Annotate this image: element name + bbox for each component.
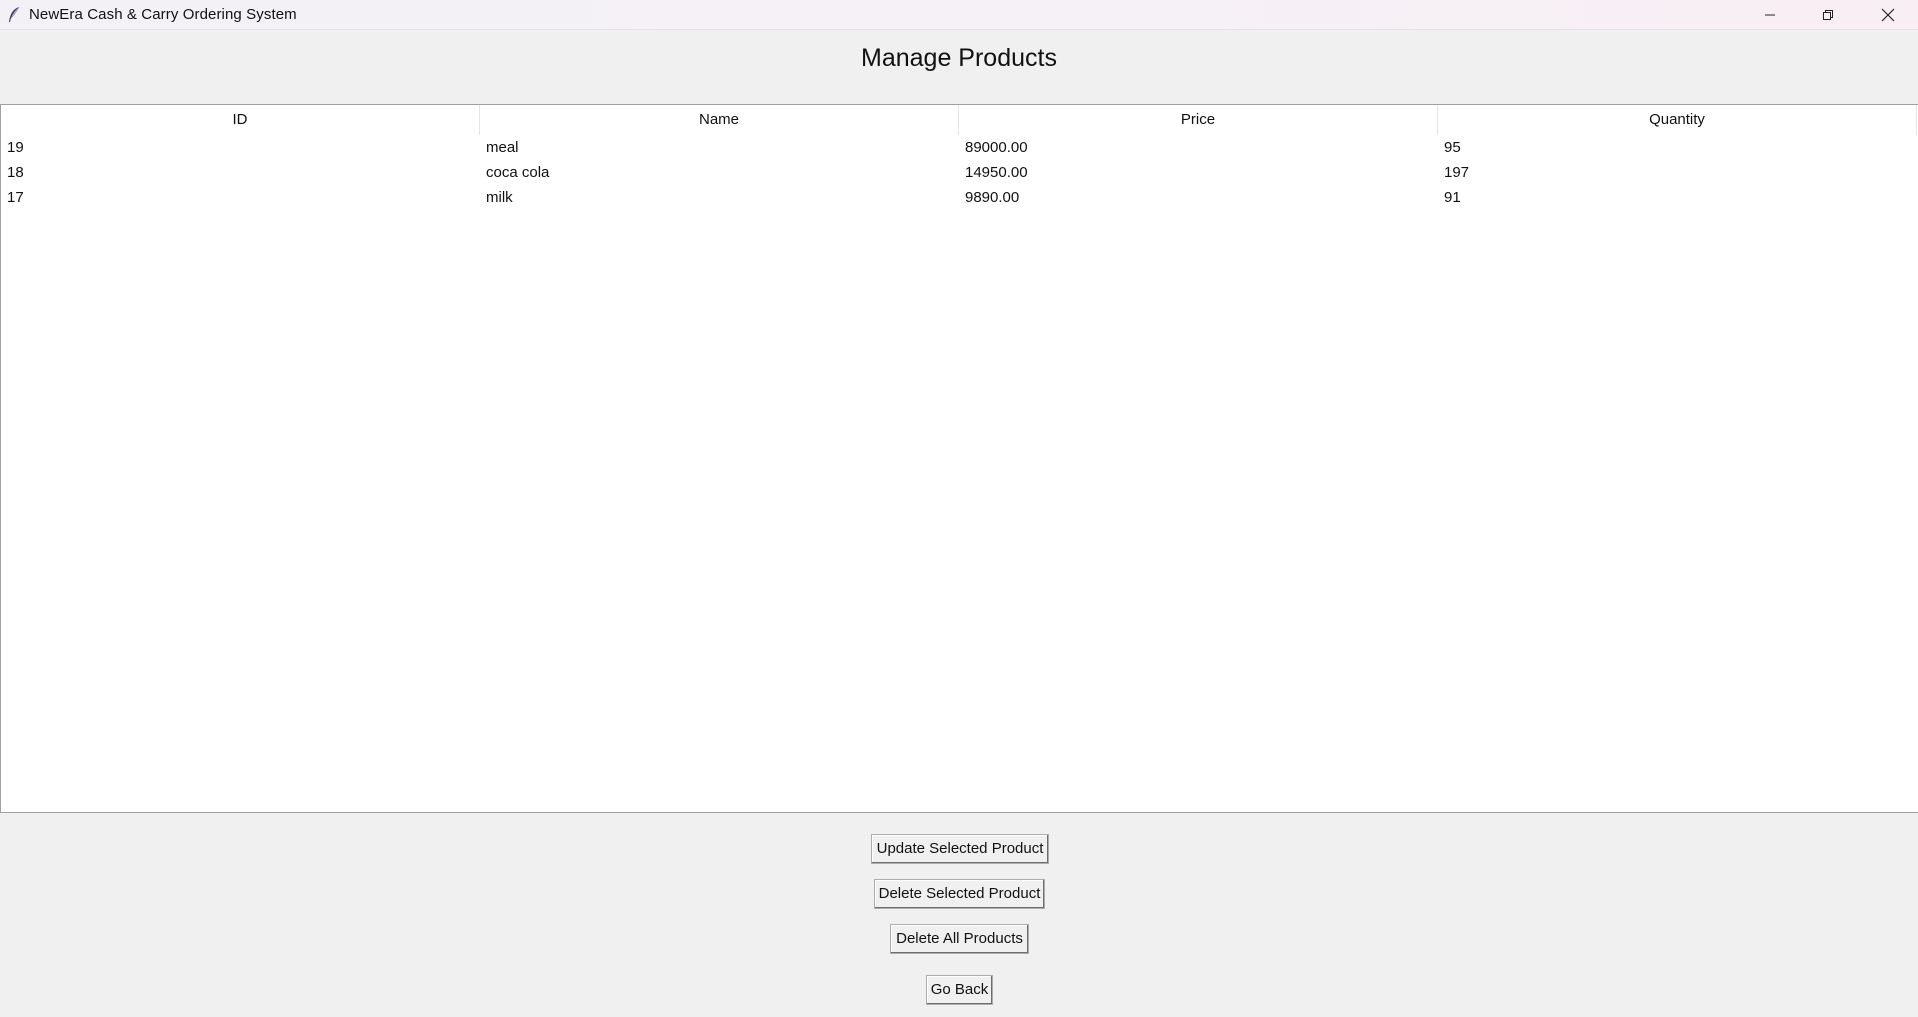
update-product-button[interactable]: Update Selected Product — [871, 834, 1049, 864]
delete-product-button[interactable]: Delete Selected Product — [874, 879, 1045, 909]
cell-quantity: 95 — [1444, 139, 1461, 156]
cell-quantity: 197 — [1444, 164, 1470, 181]
cell-id: 19 — [7, 139, 24, 156]
cell-name: meal — [486, 139, 519, 156]
cell-name: milk — [486, 189, 513, 206]
cell-name: coca cola — [486, 164, 550, 181]
cell-price: 9890.00 — [965, 189, 1020, 206]
close-icon — [1881, 8, 1895, 22]
table-header: ID Name Price Quantity — [1, 105, 1918, 135]
page-title: Manage Products — [861, 44, 1057, 72]
minimize-button[interactable] — [1741, 0, 1799, 29]
cell-price: 14950.00 — [965, 164, 1028, 181]
column-header-price[interactable]: Price — [959, 105, 1438, 135]
window-title: NewEra Cash & Carry Ordering System — [29, 6, 297, 23]
minimize-icon — [1764, 9, 1776, 21]
table-body: 19 meal 89000.00 95 18 coca cola 14950.0… — [1, 135, 1918, 210]
cell-id: 18 — [7, 164, 24, 181]
go-back-button[interactable]: Go Back — [926, 975, 993, 1005]
feather-icon — [7, 6, 21, 24]
column-header-id[interactable]: ID — [1, 105, 480, 135]
close-button[interactable] — [1858, 0, 1918, 29]
cell-id: 17 — [7, 189, 24, 206]
table-row[interactable]: 19 meal 89000.00 95 — [1, 135, 1918, 160]
cell-quantity: 91 — [1444, 189, 1461, 206]
restore-icon — [1822, 9, 1834, 21]
table-row[interactable]: 17 milk 9890.00 91 — [1, 185, 1918, 210]
column-header-quantity[interactable]: Quantity — [1438, 105, 1917, 135]
table-row[interactable]: 18 coca cola 14950.00 197 — [1, 160, 1918, 185]
title-bar[interactable]: NewEra Cash & Carry Ordering System — [0, 0, 1918, 30]
column-header-name[interactable]: Name — [480, 105, 959, 135]
app-window: NewEra Cash & Carry Ordering System Mana… — [0, 0, 1918, 1017]
maximize-button[interactable] — [1799, 0, 1857, 29]
cell-price: 89000.00 — [965, 139, 1028, 156]
delete-all-products-button[interactable]: Delete All Products — [890, 924, 1029, 954]
products-table[interactable]: ID Name Price Quantity 19 meal 89000.00 … — [0, 104, 1918, 813]
